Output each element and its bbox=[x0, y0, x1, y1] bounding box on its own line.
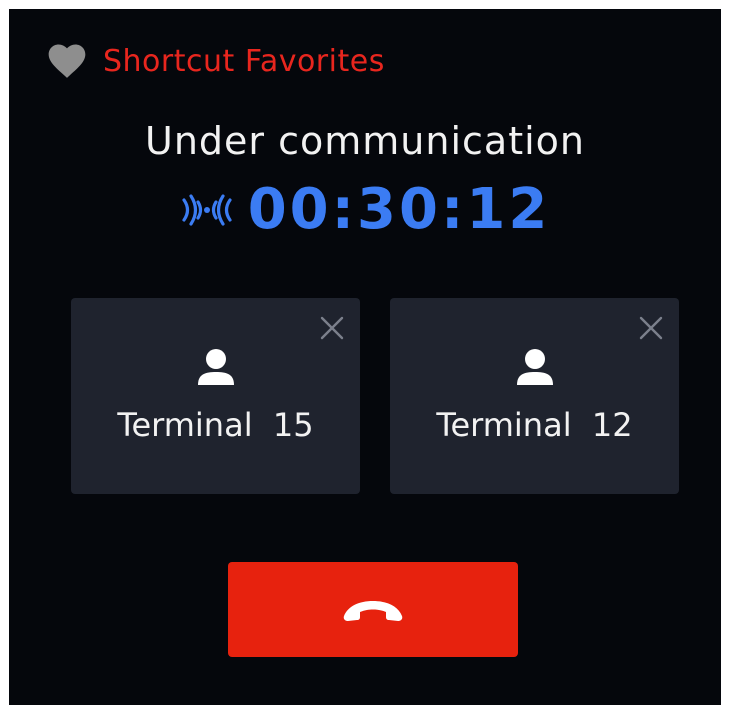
terminal-label: Terminal 12 bbox=[436, 406, 633, 444]
terminal-card[interactable]: Terminal 12 bbox=[390, 298, 679, 494]
user-icon bbox=[196, 348, 236, 388]
shortcut-favorites-button[interactable]: Shortcut Favorites bbox=[45, 39, 385, 83]
hang-up-button[interactable] bbox=[228, 562, 518, 657]
call-status: Under communication bbox=[145, 119, 585, 163]
call-timer: 00:30:12 bbox=[247, 177, 551, 242]
shortcut-favorites-label: Shortcut Favorites bbox=[103, 43, 385, 79]
heart-icon bbox=[48, 44, 86, 78]
call-screen: Shortcut Favorites Under communication 0… bbox=[9, 9, 721, 705]
call-timer-row: 00:30:12 bbox=[9, 177, 721, 242]
close-icon[interactable] bbox=[637, 314, 665, 342]
phone-hangup-icon bbox=[343, 600, 403, 621]
close-icon[interactable] bbox=[318, 314, 346, 342]
terminal-label: Terminal 15 bbox=[117, 406, 314, 444]
signal-waves-icon bbox=[182, 193, 232, 226]
terminal-card[interactable]: Terminal 15 bbox=[71, 298, 360, 494]
user-icon bbox=[515, 348, 555, 388]
